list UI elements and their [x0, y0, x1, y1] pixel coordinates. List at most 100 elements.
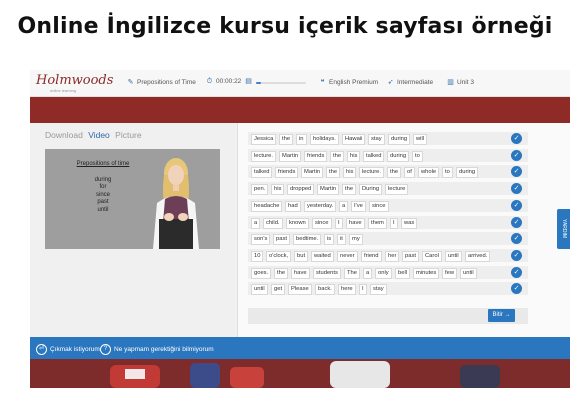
checkmark-icon[interactable]: ✓ [511, 249, 522, 261]
word-chip[interactable]: to [442, 167, 453, 179]
word-chip[interactable]: I [359, 284, 367, 296]
word-chip[interactable]: headache [251, 200, 283, 212]
word-chip[interactable]: waited [311, 250, 334, 262]
word-chip[interactable]: his [271, 184, 285, 196]
word-chip[interactable]: friend [361, 250, 382, 262]
checkmark-icon[interactable]: ✓ [511, 216, 522, 228]
help-link[interactable]: ? Ne yapmam gerektiğini bilmiyorum [100, 344, 214, 355]
word-chip[interactable]: his [343, 167, 357, 179]
word-chip[interactable]: get [271, 284, 286, 296]
word-chip[interactable]: a [339, 200, 349, 212]
word-chip[interactable]: Carol [422, 250, 442, 262]
unit-label[interactable]: ▥ Unit 3 [446, 78, 474, 86]
word-chip[interactable]: a [251, 217, 261, 229]
word-chip[interactable]: my [349, 234, 363, 246]
word-chip[interactable]: here [338, 284, 356, 296]
word-chip[interactable]: Martin [279, 150, 302, 162]
word-chip[interactable]: during [456, 167, 479, 179]
word-chip[interactable]: during [387, 150, 410, 162]
word-chip[interactable]: holidays. [310, 134, 339, 145]
checkmark-icon[interactable]: ✓ [511, 133, 522, 144]
word-chip[interactable]: his [347, 150, 361, 162]
word-chip[interactable]: minutes [413, 267, 440, 279]
word-chip[interactable]: until [460, 267, 477, 279]
word-chip[interactable]: students [313, 267, 341, 279]
word-chip[interactable]: since [369, 200, 389, 212]
word-chip[interactable]: the [326, 167, 341, 179]
word-chip[interactable]: dropped [287, 184, 315, 196]
word-chip[interactable]: but [294, 250, 309, 262]
word-chip[interactable]: Hawaii [342, 134, 366, 145]
tab-video[interactable]: Video [88, 130, 110, 140]
word-chip[interactable]: few [442, 267, 458, 279]
word-chip[interactable]: I [390, 217, 398, 229]
word-chip[interactable]: past [273, 234, 290, 246]
word-chip[interactable]: arrived. [465, 250, 491, 262]
checkmark-icon[interactable]: ✓ [511, 149, 522, 161]
finish-button[interactable]: Bitir → [488, 309, 515, 322]
word-chip[interactable]: since [312, 217, 332, 229]
word-chip[interactable]: in [296, 134, 307, 145]
checkmark-icon[interactable]: ✓ [511, 199, 522, 211]
word-chip[interactable]: stay [368, 134, 385, 145]
word-chip[interactable]: known [286, 217, 309, 229]
word-chip[interactable]: Martin [301, 167, 324, 179]
word-chip[interactable]: have [291, 267, 310, 279]
word-chip[interactable]: the [274, 267, 289, 279]
word-chip[interactable]: son's [251, 234, 271, 246]
word-chip[interactable]: only [375, 267, 392, 279]
word-chip[interactable]: it [337, 234, 346, 246]
checkmark-icon[interactable]: ✓ [511, 266, 522, 278]
word-chip[interactable]: during [388, 134, 411, 145]
word-chip[interactable]: pen. [251, 184, 269, 196]
word-chip[interactable]: friends [275, 167, 299, 179]
word-chip[interactable]: 10 [251, 250, 264, 262]
word-chip[interactable]: I [335, 217, 343, 229]
word-chip[interactable]: yesterday. [304, 200, 337, 212]
word-chip[interactable]: bell [395, 267, 411, 279]
word-chip[interactable]: to [412, 150, 423, 162]
word-chip[interactable]: the [342, 184, 357, 196]
word-chip[interactable]: whole [418, 167, 440, 179]
word-chip[interactable]: until [251, 284, 268, 296]
word-chip[interactable]: Jessica [251, 134, 277, 145]
word-chip[interactable]: The [344, 267, 360, 279]
word-chip[interactable]: goes. [251, 267, 272, 279]
word-chip[interactable]: bedtime. [293, 234, 322, 246]
word-chip[interactable]: never [337, 250, 358, 262]
word-chip[interactable]: back. [315, 284, 335, 296]
word-chip[interactable]: child. [263, 217, 283, 229]
word-chip[interactable]: I've [351, 200, 366, 212]
video-player[interactable]: Prepositions of time during for since pa… [45, 149, 220, 249]
word-chip[interactable]: was [401, 217, 418, 229]
word-chip[interactable]: will [413, 134, 428, 145]
word-chip[interactable]: lecture. [359, 167, 385, 179]
word-chip[interactable]: had [285, 200, 301, 212]
word-chip[interactable]: lecture. [251, 150, 277, 162]
word-chip[interactable]: During [359, 184, 383, 196]
word-chip[interactable]: until [445, 250, 462, 262]
tab-download[interactable]: Download [45, 130, 83, 140]
word-chip[interactable]: is [324, 234, 335, 246]
word-chip[interactable]: friends [304, 150, 328, 162]
word-chip[interactable]: of [404, 167, 415, 179]
word-chip[interactable]: stay [370, 284, 387, 296]
word-chip[interactable]: lecture [385, 184, 409, 196]
word-chip[interactable]: them [368, 217, 387, 229]
app-logo[interactable]: Holmwoods [36, 73, 113, 88]
word-chip[interactable]: a [363, 267, 373, 279]
tab-picture[interactable]: Picture [115, 130, 141, 140]
word-chip[interactable]: the [330, 150, 345, 162]
word-chip[interactable]: past [402, 250, 419, 262]
word-chip[interactable]: her [385, 250, 400, 262]
word-chip[interactable]: have [346, 217, 365, 229]
word-chip[interactable]: talked [363, 150, 385, 162]
word-chip[interactable]: Martin [317, 184, 340, 196]
help-side-tab[interactable]: YARDIM [557, 209, 570, 249]
word-chip[interactable]: talked [251, 167, 273, 179]
word-chip[interactable]: the [387, 167, 402, 179]
word-chip[interactable]: the [279, 134, 294, 145]
word-chip[interactable]: Please [288, 284, 312, 296]
quit-link[interactable]: ⏎ Çıkmak istiyorum [36, 344, 100, 355]
word-chip[interactable]: o'clock, [266, 250, 292, 262]
